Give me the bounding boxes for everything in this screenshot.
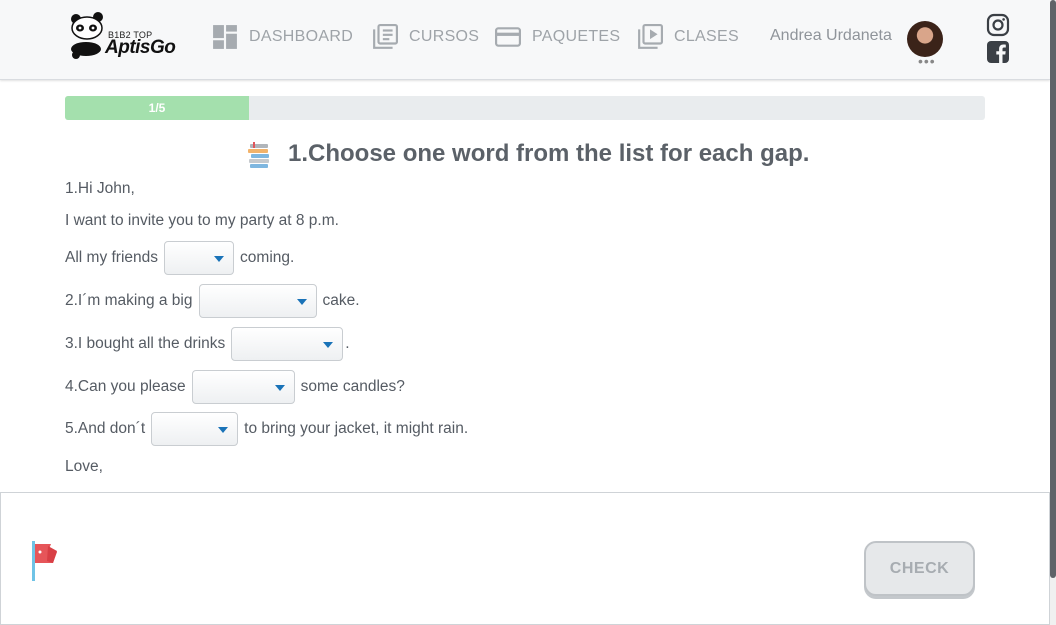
line-text: cake. [322,292,360,309]
chevron-down-icon [274,385,285,391]
chevron-down-icon [218,427,229,433]
avatar[interactable] [907,21,943,57]
exercise-line-3: All my friends coming. [65,241,294,275]
card-icon [495,27,521,47]
gap-1-select[interactable] [164,241,235,275]
progress-bar: 1/5 [65,96,985,120]
exercise-line-2: I want to invite you to my party at 8 p.… [65,212,339,230]
nav-cursos[interactable]: CURSOS [372,22,479,52]
line-text: 4.Can you please [65,378,186,395]
line-text: Love, [65,458,103,475]
facebook-icon[interactable] [986,40,1010,64]
scrollbar-thumb[interactable] [1050,0,1056,578]
question-title: 1.Choose one word from the list for each… [288,140,810,167]
chevron-down-icon [214,256,225,262]
line-text: 5.And don´t [65,420,146,437]
line-text: some candles? [300,378,405,395]
chevron-down-icon [296,299,307,305]
nav-cursos-label: CURSOS [409,28,480,45]
line-text: to bring your jacket, it might rain. [244,420,469,437]
exercise-line-6: 4.Can you please some candles? [65,370,405,404]
exercise-line-7: 5.And don´t to bring your jacket, it mig… [65,412,468,446]
gap-3-select[interactable] [231,327,344,361]
video-library-icon [638,24,663,49]
scrollbar[interactable] [1050,0,1056,625]
gap-5-select[interactable] [151,412,239,446]
progress-label: 1/5 [148,101,166,115]
line-text: 1.Hi John, [65,180,135,197]
progress-fill: 1/5 [65,96,249,120]
line-text: I want to invite you to my party at 8 p.… [65,212,339,229]
top-navbar: B1B2 TOP AptisGo DASHBOARD CURSOS PAQUET… [0,0,1050,80]
user-name[interactable]: Andrea Urdaneta [770,27,892,45]
gap-2-select[interactable] [198,284,317,318]
line-text: . [345,335,350,352]
nav-paquetes[interactable]: PAQUETES [495,22,620,52]
books-icon [248,142,269,168]
panda-icon [71,12,103,59]
more-options-icon[interactable]: ••• [918,54,936,68]
brand-logo[interactable]: B1B2 TOP AptisGo [68,12,178,62]
line-text: coming. [240,249,295,266]
exercise-line-4: 2.I´m making a big cake. [65,284,360,318]
report-flag-icon[interactable] [30,540,62,582]
line-text: 3.I bought all the drinks [65,335,226,352]
nav-dashboard-label: DASHBOARD [249,28,354,45]
chevron-down-icon [323,342,334,348]
exercise-line-8: Love, [65,458,103,476]
gap-4-select[interactable] [191,370,295,404]
brand-name: AptisGo [105,37,176,58]
line-text: 2.I´m making a big [65,292,193,309]
exercise-line-1: 1.Hi John, [65,180,135,198]
check-button[interactable]: CHECK [864,541,975,596]
exercise-line-5: 3.I bought all the drinks . [65,327,350,361]
nav-paquetes-label: PAQUETES [532,28,621,45]
nav-clases-label: CLASES [674,28,739,45]
book-icon [373,24,398,49]
instagram-icon[interactable] [986,13,1010,37]
nav-clases[interactable]: CLASES [637,22,739,52]
dashboard-icon [213,25,237,49]
nav-dashboard[interactable]: DASHBOARD [212,22,353,52]
line-text: All my friends [65,249,159,266]
